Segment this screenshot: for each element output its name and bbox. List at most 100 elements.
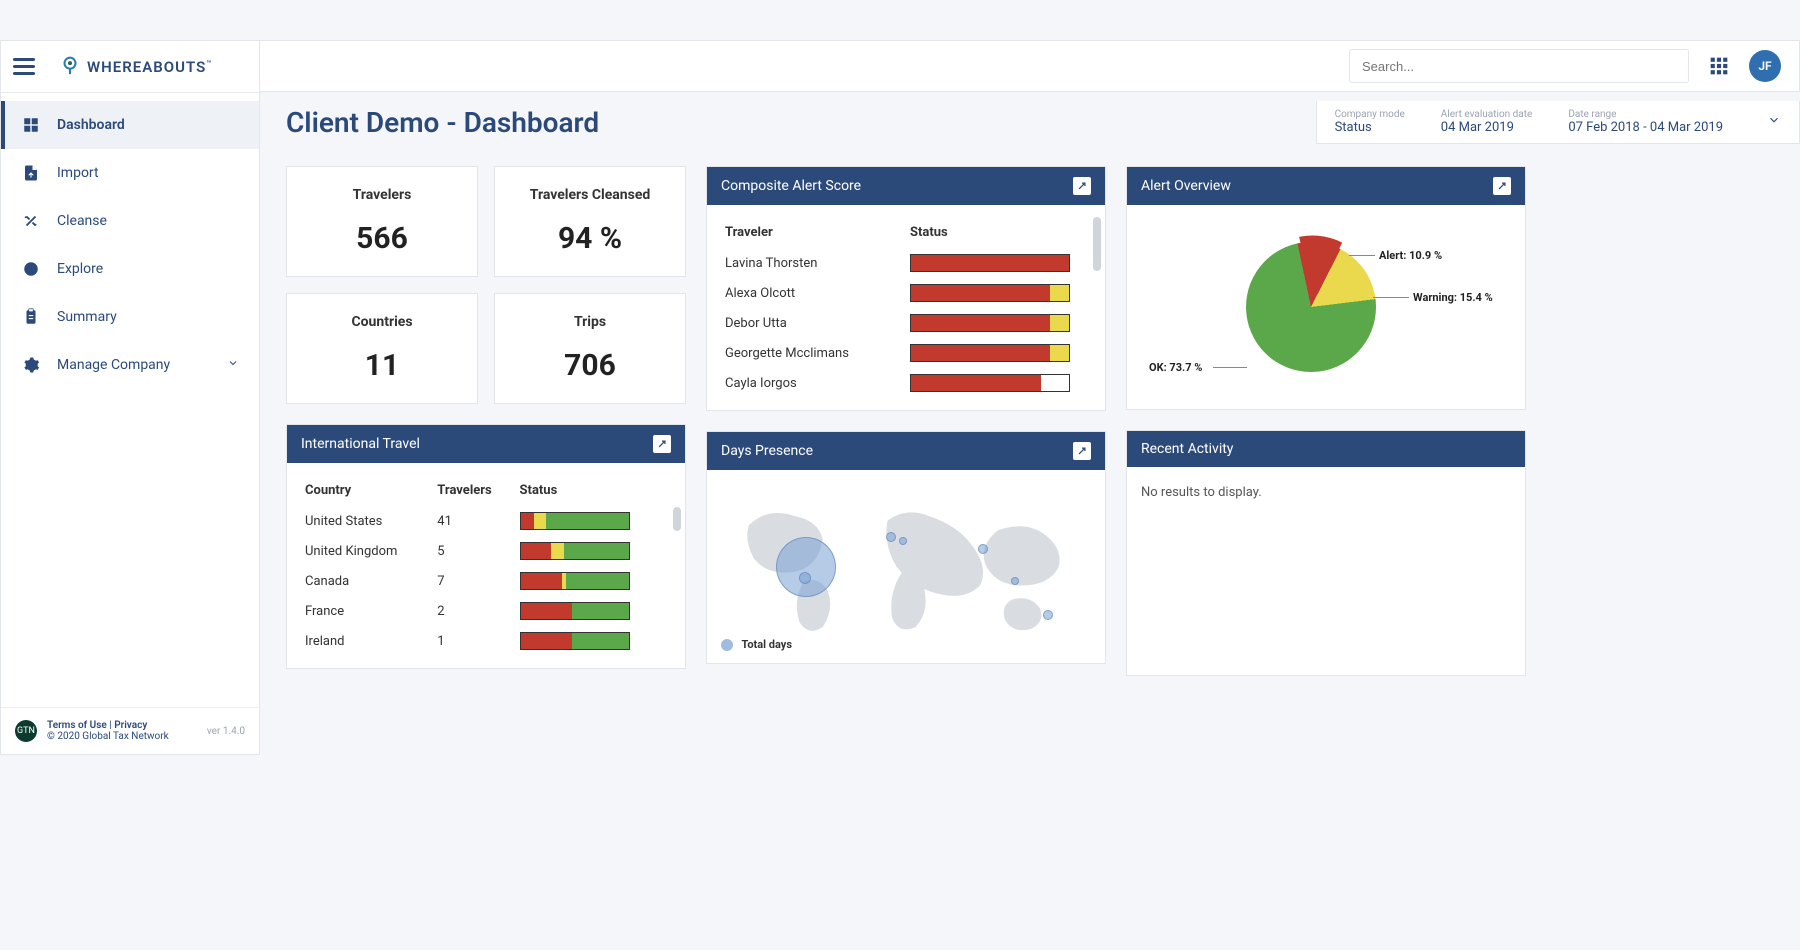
sidebar-item-label: Dashboard [57,117,125,133]
summary-icon [21,307,41,327]
status-bar [520,542,630,560]
table-row[interactable]: Lavina Thorsten [721,248,1091,278]
card-head: Alert Overview [1127,167,1525,205]
status-bar [520,512,630,530]
privacy-link[interactable]: Privacy [114,720,147,731]
status-bar [520,572,630,590]
table-row[interactable]: Cayla Iorgos [721,368,1091,398]
card-days-presence: Days Presence [706,431,1106,664]
chevron-down-icon [227,357,239,373]
card-body: Traveler Status Lavina ThorstenAlexa Olc… [707,205,1105,410]
table-row[interactable]: Ireland1 [301,626,671,656]
scrollbar-thumb[interactable] [673,507,681,531]
card-intl-travel: International Travel Country Travelers S… [286,424,686,669]
apps-grid-icon[interactable] [1705,52,1733,80]
card-alert-overview: Alert Overview Alert: 10.9 % Warning: 15… [1126,166,1526,410]
search-input[interactable] [1349,49,1689,83]
table-row[interactable]: Georgette Mcclimans [721,338,1091,368]
kpi-trips[interactable]: Trips 706 [494,293,686,404]
kpi-travelers[interactable]: Travelers 566 [286,166,478,277]
table-row[interactable]: Canada7 [301,566,671,596]
sidebar-item-summary[interactable]: Summary [1,293,259,341]
table-row[interactable]: United Kingdom5 [301,536,671,566]
status-bar [520,602,630,620]
chevron-down-icon [1767,112,1781,131]
table-row[interactable]: United States41 [301,506,671,536]
card-composite-alert: Composite Alert Score Traveler Status La… [706,166,1106,411]
kpi-grid: Travelers 566 Travelers Cleansed 94 % Co… [286,166,686,404]
sidebar-nav: Dashboard Import Cleanse Explore Summary… [1,93,259,707]
status-bar [910,374,1070,392]
copyright-text: © 2020 Global Tax Network [47,731,169,742]
expand-icon[interactable] [1073,177,1091,195]
sidebar-item-dashboard[interactable]: Dashboard [1,101,259,149]
sidebar-item-label: Manage Company [57,357,170,373]
kpi-cleansed[interactable]: Travelers Cleansed 94 % [494,166,686,277]
filter-date-range: Date range 07 Feb 2018 - 04 Mar 2019 [1568,109,1723,135]
titlebar: Client Demo - Dashboard Company mode Sta… [260,92,1800,152]
alert-pie-chart[interactable]: Alert: 10.9 % Warning: 15.4 % OK: 73.7 % [1141,217,1511,397]
main: JF Client Demo - Dashboard Company mode … [260,40,1800,950]
status-bar [910,254,1070,272]
expand-icon[interactable] [1493,177,1511,195]
header: JF [260,40,1800,92]
world-map[interactable] [721,482,1091,652]
card-head: Recent Activity [1127,431,1525,467]
expand-icon[interactable] [1073,442,1091,460]
empty-state-text: No results to display. [1141,479,1511,506]
sidebar-item-label: Explore [57,261,103,277]
sidebar-item-cleanse[interactable]: Cleanse [1,197,259,245]
avatar[interactable]: JF [1749,50,1781,82]
kpi-countries[interactable]: Countries 11 [286,293,478,404]
status-bar [520,632,630,650]
sidebar-item-manage-company[interactable]: Manage Company [1,341,259,389]
sidebar-item-label: Import [57,165,99,181]
status-bar [910,344,1070,362]
table-row[interactable]: Debor Utta [721,308,1091,338]
sidebar-footer: GTN Terms of Use | Privacy © 2020 Global… [1,707,259,754]
intl-table: Country Travelers Status United States41… [301,475,671,656]
filter-bar[interactable]: Company mode Status Alert evaluation dat… [1316,101,1800,144]
card-body: No results to display. [1127,467,1525,518]
sidebar: WHEREABOUTS™ Dashboard Import Cleanse Ex… [0,40,260,755]
import-icon [21,163,41,183]
card-body: Country Travelers Status United States41… [287,463,685,668]
filter-company-mode: Company mode Status [1335,109,1405,135]
logo-pin-icon [59,54,81,80]
explore-icon [21,259,41,279]
sidebar-item-explore[interactable]: Explore [1,245,259,293]
card-recent-activity: Recent Activity No results to display. [1126,430,1526,676]
filter-eval-date: Alert evaluation date 04 Mar 2019 [1441,109,1533,135]
terms-link[interactable]: Terms of Use [47,720,107,731]
sidebar-item-import[interactable]: Import [1,149,259,197]
sidebar-item-label: Summary [57,309,117,325]
app-root: WHEREABOUTS™ Dashboard Import Cleanse Ex… [0,0,1800,950]
card-body: Total days [707,470,1105,663]
version-text: ver 1.4.0 [207,726,245,737]
status-bar [910,314,1070,332]
sidebar-item-label: Cleanse [57,213,107,229]
col-2: Composite Alert Score Traveler Status La… [706,166,1106,676]
sidebar-topbar: WHEREABOUTS™ [1,41,259,93]
col-3: Alert Overview Alert: 10.9 % Warning: 15… [1126,166,1526,676]
page-title: Client Demo - Dashboard [286,106,599,139]
card-body: Alert: 10.9 % Warning: 15.4 % OK: 73.7 % [1127,205,1525,409]
card-head: Days Presence [707,432,1105,470]
scrollbar-thumb[interactable] [1093,217,1101,271]
dashboard-icon [21,115,41,135]
gtn-badge-icon: GTN [15,720,37,742]
col-1: Travelers 566 Travelers Cleansed 94 % Co… [286,166,686,676]
brand-text: WHEREABOUTS™ [87,58,212,76]
content-grid: Travelers 566 Travelers Cleansed 94 % Co… [260,152,1800,696]
gear-icon [21,355,41,375]
cleanse-icon [21,211,41,231]
table-row[interactable]: France2 [301,596,671,626]
card-head: Composite Alert Score [707,167,1105,205]
table-row[interactable]: Alexa Olcott [721,278,1091,308]
composite-table: Traveler Status Lavina ThorstenAlexa Olc… [721,217,1091,398]
expand-icon[interactable] [653,435,671,453]
menu-toggle-icon[interactable] [13,53,41,81]
card-head: International Travel [287,425,685,463]
brand[interactable]: WHEREABOUTS™ [59,54,212,80]
status-bar [910,284,1070,302]
